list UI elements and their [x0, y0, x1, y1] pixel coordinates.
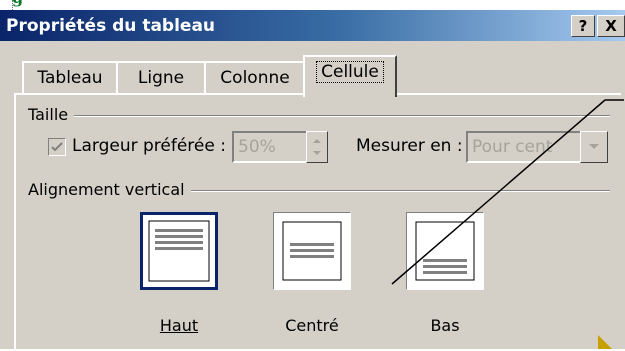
resize-grip-icon	[598, 335, 612, 349]
annotation-line	[391, 99, 624, 349]
tab-cellule[interactable]: Cellule	[303, 55, 397, 97]
tab-cellule-label: Cellule	[316, 61, 384, 83]
